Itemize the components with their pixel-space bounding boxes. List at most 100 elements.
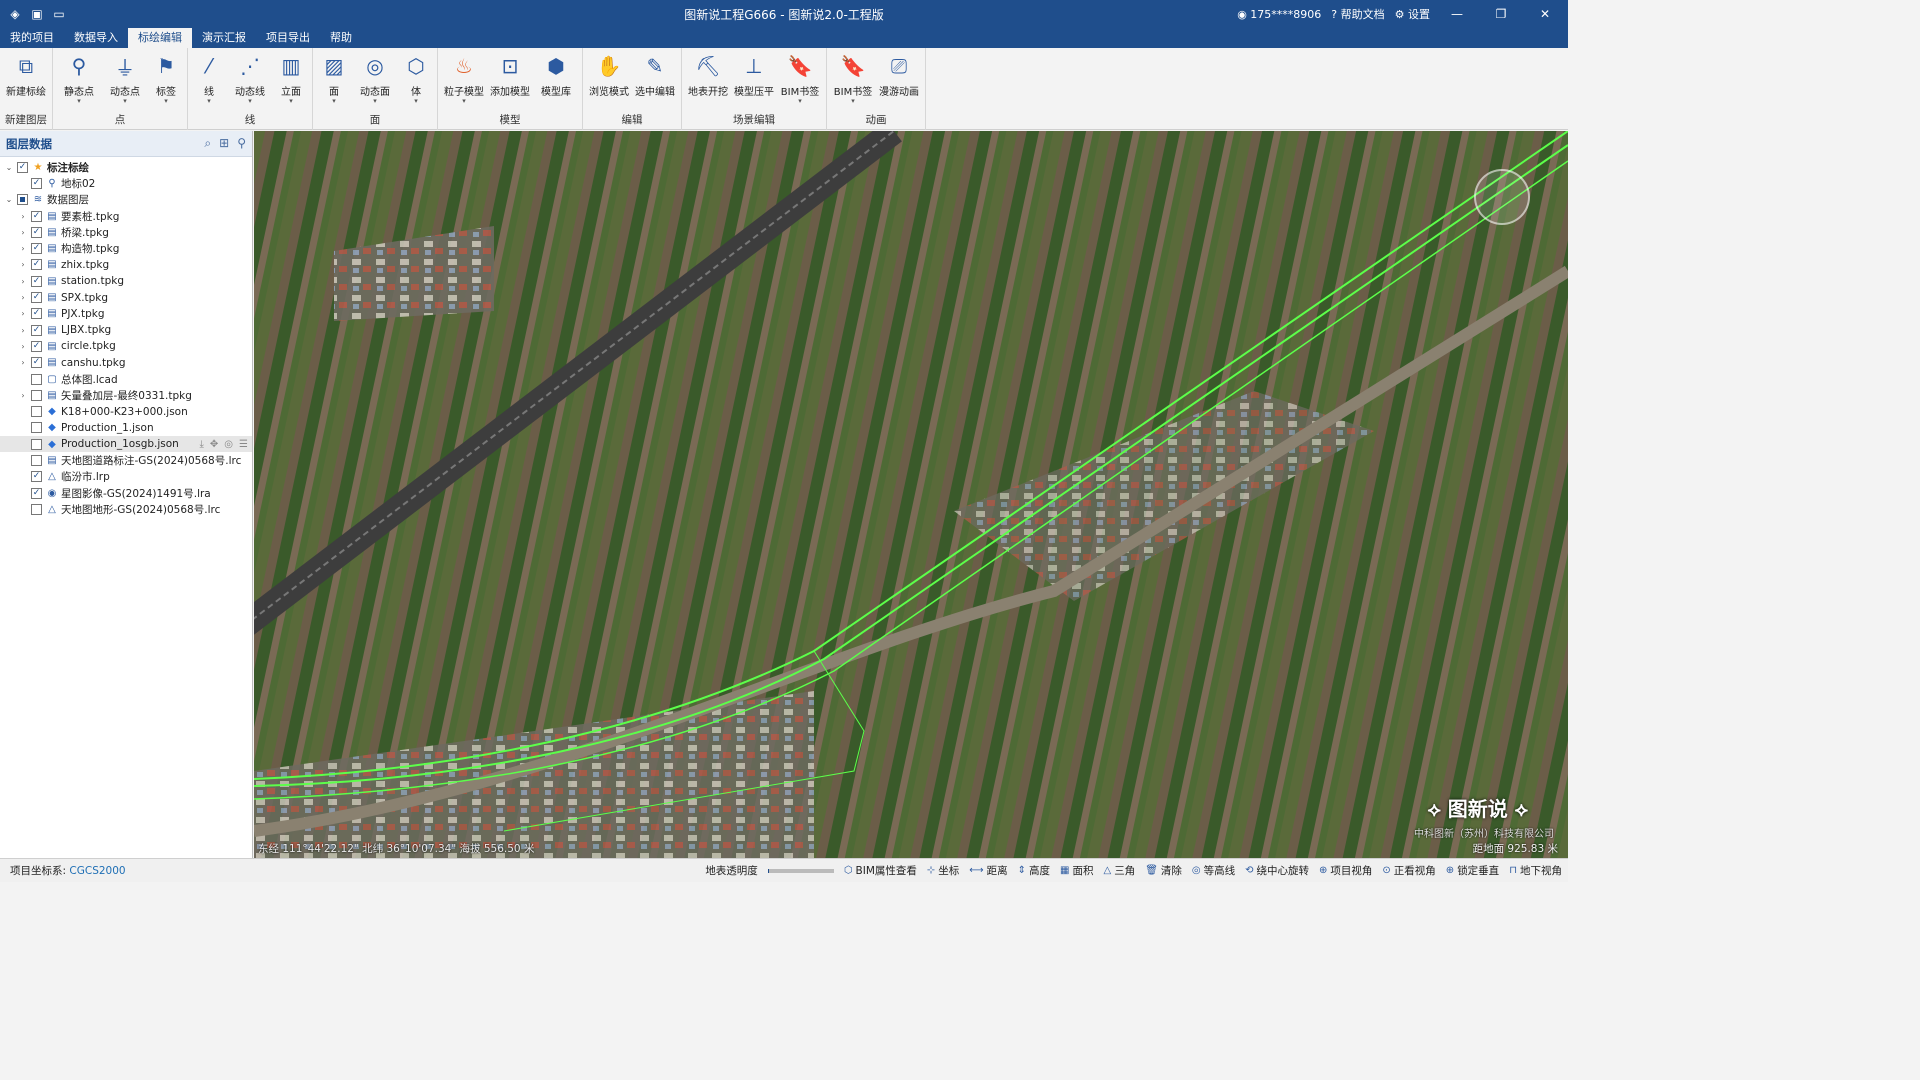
layer-tree-item[interactable]: › ✓ ▤ 桥梁.tpkg	[0, 224, 252, 240]
layer-tree-item[interactable]: ◆ Production_1.json	[0, 420, 252, 436]
opacity-slider[interactable]	[767, 868, 834, 873]
layer-tree-item[interactable]: ▢ 总体图.lcad	[0, 371, 252, 387]
layer-tree-item[interactable]: △ 天地图地形-GS(2024)0568号.lrc	[0, 501, 252, 517]
export-icon[interactable]: ⤓	[199, 439, 203, 450]
crs-value[interactable]: CGCS2000	[69, 865, 125, 877]
status-tool-6[interactable]: 🗑 清除	[1145, 863, 1182, 878]
chevron-right-icon[interactable]: ›	[18, 244, 28, 253]
layer-tree-item[interactable]: › ✓ ▤ LJBX.tpkg	[0, 322, 252, 338]
ribbon-button-4-0[interactable]: ♨ 粒子模型 ▾	[441, 52, 487, 105]
chevron-down-icon[interactable]: ▾	[123, 98, 127, 105]
layer-visibility-checkbox[interactable]	[31, 406, 42, 418]
layer-visibility-checkbox[interactable]: ✓	[31, 324, 42, 336]
layer-tree-item[interactable]: › ✓ ▤ zhix.tpkg	[0, 257, 252, 273]
chevron-right-icon[interactable]: ›	[18, 228, 28, 237]
ribbon-button-2-2[interactable]: ▥ 立面 ▾	[273, 52, 309, 105]
layer-visibility-checkbox[interactable]: ✓	[31, 259, 42, 271]
layer-visibility-checkbox[interactable]: ✓	[31, 210, 42, 222]
move-icon[interactable]: ✥	[210, 439, 218, 450]
layer-tree-item[interactable]: ◆ K18+000-K23+000.json	[0, 403, 252, 419]
layer-visibility-checkbox[interactable]	[17, 194, 28, 206]
chevron-down-icon[interactable]: ▾	[332, 98, 336, 105]
layer-visibility-checkbox[interactable]: ✓	[31, 471, 42, 483]
ribbon-button-1-0[interactable]: ⚲ 静态点 ▾	[56, 52, 102, 105]
status-tool-0[interactable]: ⬡ BIM属性查看	[844, 863, 917, 878]
status-tool-3[interactable]: ⇕ 高度	[1018, 863, 1050, 878]
layer-visibility-checkbox[interactable]	[31, 503, 42, 515]
chevron-down-icon[interactable]: ▾	[373, 98, 377, 105]
layer-tree-item[interactable]: › ✓ ▤ 要素桩.tpkg	[0, 208, 252, 224]
layer-tree-item[interactable]: › ✓ ▤ SPX.tpkg	[0, 289, 252, 305]
chevron-right-icon[interactable]: ›	[18, 260, 28, 269]
compass-icon[interactable]	[1474, 169, 1530, 225]
layer-visibility-checkbox[interactable]	[31, 373, 42, 385]
chevron-down-icon[interactable]: ▾	[851, 98, 855, 105]
ribbon-button-3-2[interactable]: ⬡ 体 ▾	[398, 52, 434, 105]
settings-link[interactable]: ⚙ 设置	[1395, 6, 1430, 22]
layer-visibility-checkbox[interactable]: ✓	[31, 177, 42, 189]
chevron-down-icon[interactable]: ⌄	[4, 195, 14, 204]
chevron-right-icon[interactable]: ›	[18, 342, 28, 351]
layer-tree-item[interactable]: ✓ ◉ 星图影像-GS(2024)1491号.lra	[0, 485, 252, 501]
ribbon-button-3-0[interactable]: ▨ 面 ▾	[316, 52, 352, 105]
layer-tree-item[interactable]: ✓ △ 临汾市.lrp	[0, 469, 252, 485]
layer-tree-item[interactable]: › ✓ ▤ PJX.tpkg	[0, 306, 252, 322]
status-tool-5[interactable]: △ 三角	[1103, 863, 1135, 878]
ribbon-button-5-1[interactable]: ✎ 选中编辑	[632, 52, 678, 98]
chevron-down-icon[interactable]: ▾	[462, 98, 466, 105]
tab-help[interactable]: 帮助	[320, 28, 362, 48]
layer-tree-item[interactable]: › ✓ ▤ 构造物.tpkg	[0, 240, 252, 256]
status-tool-12[interactable]: ⊓ 地下视角	[1509, 863, 1562, 878]
layer-visibility-checkbox[interactable]	[31, 438, 42, 450]
ribbon-button-1-1[interactable]: ⏚ 动态点 ▾	[102, 52, 148, 105]
ribbon-button-6-0[interactable]: ⛏ 地表开挖	[685, 52, 731, 98]
layer-visibility-checkbox[interactable]: ✓	[31, 308, 42, 320]
map-view[interactable]: ⟡ 图新说 ⟡ 中科图新（苏州）科技有限公司 东经 111°44'22.12" …	[254, 131, 1568, 858]
chevron-down-icon[interactable]: ▾	[77, 98, 81, 105]
minimize-button[interactable]: —	[1440, 7, 1474, 21]
ribbon-button-3-1[interactable]: ◎ 动态面 ▾	[352, 52, 398, 105]
layer-visibility-checkbox[interactable]	[31, 422, 42, 434]
layer-visibility-checkbox[interactable]: ✓	[31, 226, 42, 238]
save-icon[interactable]: ▣	[30, 7, 44, 21]
ribbon-button-5-0[interactable]: ✋ 浏览模式	[586, 52, 632, 98]
layer-settings-icon[interactable]: ⚲	[237, 136, 246, 151]
status-tool-7[interactable]: ◎ 等高线	[1192, 863, 1235, 878]
ribbon-button-2-0[interactable]: ⁄ 线 ▾	[191, 52, 227, 105]
status-tool-2[interactable]: ⟷ 距离	[969, 863, 1007, 878]
layer-visibility-checkbox[interactable]: ✓	[31, 243, 42, 255]
layer-tree-item[interactable]: › ✓ ▤ circle.tpkg	[0, 338, 252, 354]
locate-icon[interactable]: ◎	[224, 439, 233, 450]
layer-tree-item[interactable]: ⌄ ✓ ★ 标注标绘	[0, 159, 252, 175]
layer-tree-item[interactable]: › ✓ ▤ canshu.tpkg	[0, 355, 252, 371]
tab-data-import[interactable]: 数据导入	[64, 28, 128, 48]
tab-annotation-edit[interactable]: 标绘编辑	[128, 28, 192, 48]
chevron-right-icon[interactable]: ›	[18, 391, 28, 400]
status-tool-4[interactable]: ▦ 面积	[1060, 863, 1093, 878]
layer-tree-item[interactable]: ▤ 天地图道路标注-GS(2024)0568号.lrc	[0, 452, 252, 468]
tab-project-export[interactable]: 项目导出	[256, 28, 320, 48]
status-tool-11[interactable]: ⊕ 锁定垂直	[1446, 863, 1499, 878]
chevron-right-icon[interactable]: ›	[18, 358, 28, 367]
chevron-down-icon[interactable]: ⌄	[4, 163, 14, 172]
ribbon-button-1-2[interactable]: ⚑ 标签 ▾	[148, 52, 184, 105]
chevron-down-icon[interactable]: ▾	[164, 98, 168, 105]
chevron-down-icon[interactable]: ▾	[207, 98, 211, 105]
layer-visibility-checkbox[interactable]: ✓	[31, 292, 42, 304]
status-tool-10[interactable]: ⊙ 正看视角	[1382, 863, 1435, 878]
layer-tree-item[interactable]: ◆ Production_1osgb.json ⤓ ✥ ◎ ☰	[0, 436, 252, 453]
ribbon-button-6-1[interactable]: ⊥ 模型压平	[731, 52, 777, 98]
ribbon-button-4-2[interactable]: ⬢ 模型库	[533, 52, 579, 98]
status-tool-1[interactable]: ⊹ 坐标	[927, 863, 959, 878]
chevron-down-icon[interactable]: ▾	[289, 98, 293, 105]
status-tool-8[interactable]: ⟲ 绕中心旋转	[1245, 863, 1309, 878]
layer-tree-item[interactable]: › ✓ ▤ station.tpkg	[0, 273, 252, 289]
folder-icon[interactable]: ▭	[52, 7, 66, 21]
layer-visibility-checkbox[interactable]	[31, 454, 42, 466]
layer-visibility-checkbox[interactable]	[31, 389, 42, 401]
status-tool-9[interactable]: ⊕ 项目视角	[1319, 863, 1372, 878]
layer-visibility-checkbox[interactable]: ✓	[31, 357, 42, 369]
restore-button[interactable]: ❐	[1484, 7, 1518, 21]
chevron-right-icon[interactable]: ›	[18, 293, 28, 302]
user-account[interactable]: ◉ 175****8906	[1237, 8, 1321, 21]
